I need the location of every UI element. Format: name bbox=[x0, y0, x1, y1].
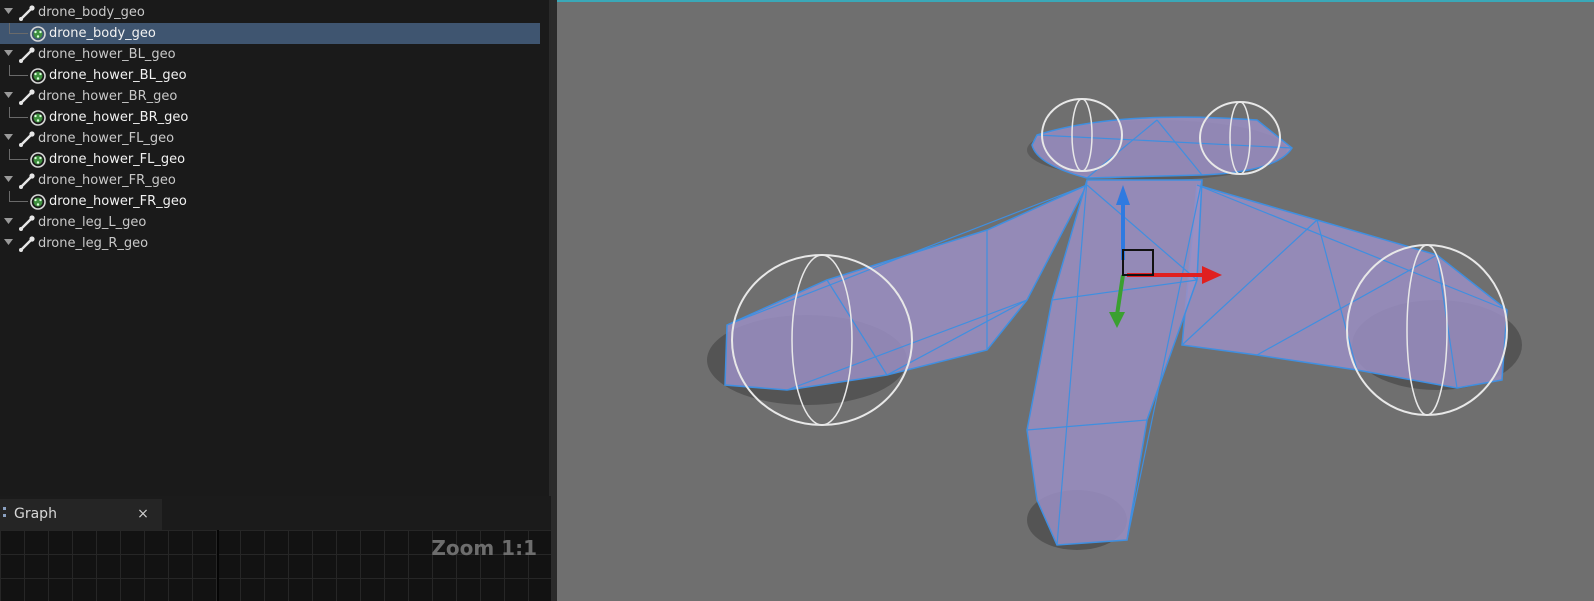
tree-connector bbox=[9, 117, 28, 118]
expand-arrow-icon[interactable] bbox=[4, 8, 14, 18]
outliner-item-bone[interactable]: drone_hower_BR_geo bbox=[0, 86, 540, 107]
outliner-item-label: drone_leg_R_geo bbox=[38, 236, 149, 251]
close-tab-button[interactable]: × bbox=[134, 499, 152, 530]
outliner-item-bone[interactable]: drone_hower_BL_geo bbox=[0, 44, 540, 65]
expand-arrow-icon[interactable] bbox=[4, 134, 14, 144]
mesh-icon bbox=[30, 26, 46, 42]
bone-icon bbox=[19, 215, 35, 231]
outliner-item-label: drone_hower_FR_geo bbox=[38, 173, 176, 188]
viewport-3d[interactable] bbox=[557, 0, 1594, 601]
drag-grip-icon[interactable] bbox=[3, 507, 6, 518]
outliner-item-bone[interactable]: drone_hower_FR_geo bbox=[0, 170, 540, 191]
outliner-item-bone[interactable]: drone_leg_L_geo bbox=[0, 212, 540, 233]
outliner-item-label: drone_body_geo bbox=[38, 5, 145, 20]
tab-graph-label: Graph bbox=[14, 506, 57, 522]
outliner-item-label: drone_hower_BL_geo bbox=[49, 68, 187, 83]
expand-arrow-icon[interactable] bbox=[4, 50, 14, 60]
outliner-item-bone[interactable]: drone_body_geo bbox=[0, 2, 540, 23]
tab-graph[interactable]: Graph × bbox=[0, 499, 162, 530]
bone-icon bbox=[19, 5, 35, 21]
expand-arrow-icon[interactable] bbox=[4, 239, 14, 249]
zoom-level-label: Zoom 1:1 bbox=[431, 536, 537, 560]
mesh-icon bbox=[30, 152, 46, 168]
outliner-item-mesh[interactable]: drone_hower_BR_geo bbox=[0, 107, 540, 128]
outliner-item-label: drone_hower_FR_geo bbox=[49, 194, 187, 209]
outliner-item-bone[interactable]: drone_leg_R_geo bbox=[0, 233, 540, 254]
bone-icon bbox=[19, 236, 35, 252]
drone-model[interactable] bbox=[557, 0, 1594, 601]
graph-panel: Graph × Zoom 1:1 bbox=[0, 496, 551, 601]
outliner-item-label: drone_body_geo bbox=[49, 26, 156, 41]
outliner-item-mesh[interactable]: drone_hower_FL_geo bbox=[0, 149, 540, 170]
outliner-item-label: drone_hower_BR_geo bbox=[49, 110, 189, 125]
bone-icon bbox=[19, 47, 35, 63]
bone-icon bbox=[19, 131, 35, 147]
outliner-item-label: drone_leg_L_geo bbox=[38, 215, 147, 230]
bone-icon bbox=[19, 89, 35, 105]
mesh-icon bbox=[30, 68, 46, 84]
mesh-icon bbox=[30, 110, 46, 126]
outliner-item-bone[interactable]: drone_hower_FL_geo bbox=[0, 128, 540, 149]
graph-divider-line bbox=[217, 530, 219, 601]
outliner-item-label: drone_hower_FL_geo bbox=[38, 131, 175, 146]
outliner-tree: drone_body_geo drone_body_geo drone_hower_… bbox=[0, 0, 551, 496]
tree-connector bbox=[9, 201, 28, 202]
graph-tab-bar: Graph × bbox=[0, 496, 551, 530]
bone-icon bbox=[19, 173, 35, 189]
tree-connector bbox=[9, 159, 28, 160]
outliner-item-label: drone_hower_BL_geo bbox=[38, 47, 176, 62]
mesh-icon bbox=[30, 194, 46, 210]
expand-arrow-icon[interactable] bbox=[4, 92, 14, 102]
outliner-item-mesh[interactable]: drone_body_geo bbox=[0, 23, 540, 44]
outliner-item-label: drone_hower_FL_geo bbox=[49, 152, 186, 167]
tree-connector bbox=[9, 33, 28, 34]
expand-arrow-icon[interactable] bbox=[4, 176, 14, 186]
tree-connector bbox=[9, 75, 28, 76]
outliner-item-mesh[interactable]: drone_hower_FR_geo bbox=[0, 191, 540, 212]
outliner-item-label: drone_hower_BR_geo bbox=[38, 89, 178, 104]
expand-arrow-icon[interactable] bbox=[4, 218, 14, 228]
outliner-item-mesh[interactable]: drone_hower_BL_geo bbox=[0, 65, 540, 86]
left-panel: drone_body_geo drone_body_geo drone_hower_… bbox=[0, 0, 551, 601]
drone-body-mesh[interactable] bbox=[724, 116, 1508, 546]
